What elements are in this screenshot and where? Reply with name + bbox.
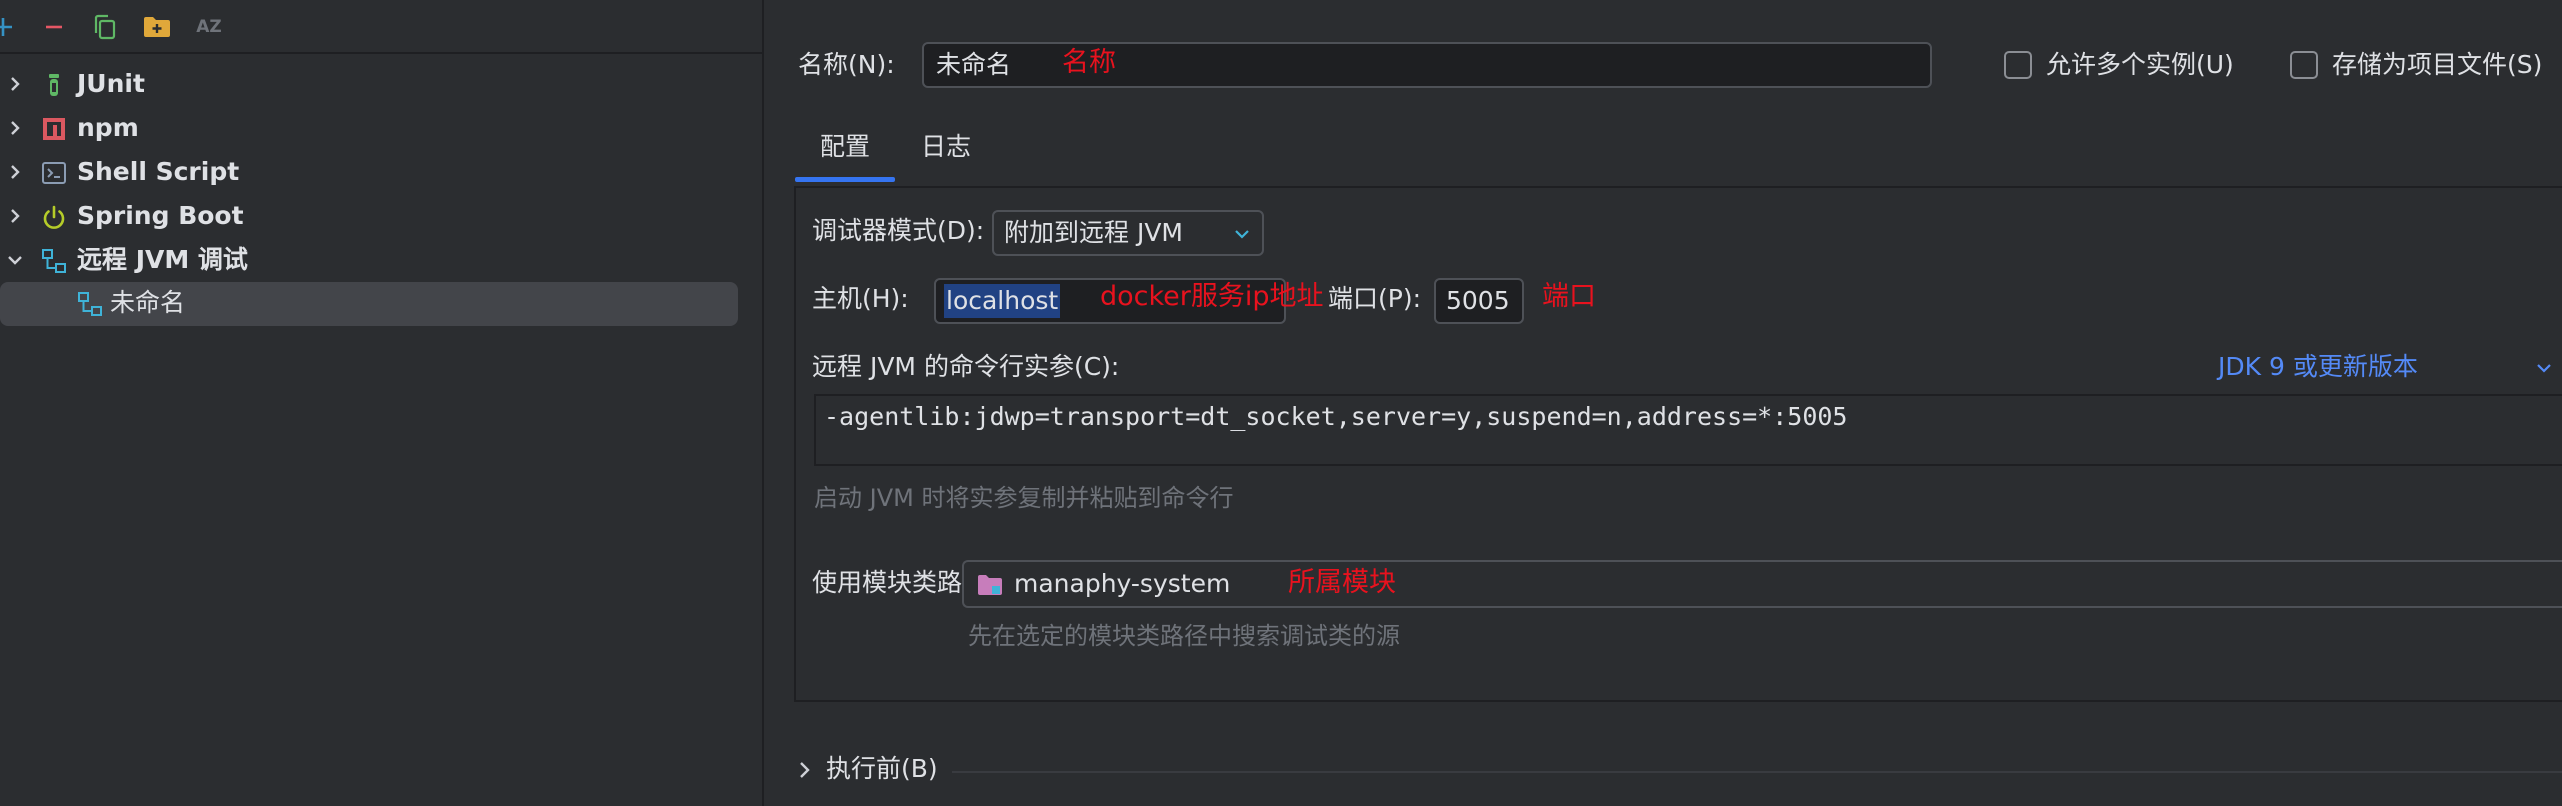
tab-config[interactable]: 配置	[820, 130, 870, 164]
name-value: 未命名	[936, 50, 1012, 79]
debugger-mode-label: 调试器模式(D):	[812, 216, 985, 245]
section-divider	[952, 771, 2562, 773]
port-input[interactable]: 5005	[1434, 278, 1524, 324]
module-annotation: 所属模块	[1288, 567, 1396, 598]
sort-az-icon[interactable]: AZ	[192, 10, 226, 44]
tree-item-label: JUnit	[77, 69, 145, 98]
shell-script-icon	[42, 162, 66, 184]
tree-item-unnamed[interactable]: 未命名	[0, 282, 738, 326]
remote-jvm-icon	[78, 292, 102, 316]
host-label: 主机(H):	[812, 284, 909, 313]
jdk-version-link[interactable]: JDK 9 或更新版本	[2218, 350, 2418, 384]
add-icon[interactable]	[0, 10, 20, 44]
tree-item-label: 远程 JVM 调试	[77, 245, 248, 274]
tree-item-spring-boot[interactable]: Spring Boot	[0, 195, 740, 237]
cmdline-value: -agentlib:jdwp=transport=dt_socket,serve…	[824, 402, 1848, 431]
tree-item-label: Shell Script	[77, 157, 240, 186]
chevron-right-icon[interactable]	[5, 162, 25, 182]
chevron-down-icon[interactable]	[5, 250, 25, 270]
run-config-tree-panel: AZ JUnit npm Shell Script Spring Boot 远程…	[0, 0, 764, 806]
remove-icon[interactable]	[37, 10, 71, 44]
host-value: localhost	[944, 284, 1061, 318]
run-config-editor: 名称(N): 未命名 名称 允许多个实例(U) 存储为项目文件(S) 配置 日志…	[766, 0, 2562, 806]
tree-item-label: 未命名	[110, 288, 186, 317]
config-panel: 调试器模式(D): 附加到远程 JVM 主机(H): localhost doc…	[794, 186, 2562, 702]
chevron-right-icon[interactable]	[5, 118, 25, 138]
active-tab-indicator	[795, 177, 895, 182]
module-classpath-value: manaphy-system	[1014, 569, 1231, 598]
name-annotation: 名称	[1062, 47, 1116, 78]
debugger-mode-select[interactable]: 附加到远程 JVM	[992, 210, 1264, 256]
port-label: 端口(P):	[1328, 284, 1422, 313]
spring-boot-icon	[43, 205, 65, 229]
tree-item-shell-script[interactable]: Shell Script	[0, 151, 740, 193]
tree-item-npm[interactable]: npm	[0, 107, 740, 149]
allow-multiple-label: 允许多个实例(U)	[2046, 50, 2234, 79]
allow-multiple-checkbox[interactable]	[2004, 51, 2032, 79]
host-annotation: docker服务ip地址	[1100, 281, 1324, 312]
tree-item-label: Spring Boot	[77, 201, 244, 230]
tree-item-remote-jvm-debug[interactable]: 远程 JVM 调试	[0, 239, 740, 281]
chevron-down-icon	[1235, 230, 1249, 239]
cmdline-textarea[interactable]: -agentlib:jdwp=transport=dt_socket,serve…	[814, 394, 2562, 466]
cmdline-hint: 启动 JVM 时将实参复制并粘贴到命令行	[814, 484, 1234, 512]
module-classpath-select[interactable]: manaphy-system 所属模块	[962, 560, 2562, 608]
debugger-mode-value: 附加到远程 JVM	[1004, 218, 1183, 247]
tree-item-label: npm	[77, 113, 139, 142]
module-folder-icon	[978, 575, 1002, 595]
remote-jvm-icon	[42, 249, 66, 273]
before-launch-label[interactable]: 执行前(B)	[826, 752, 938, 786]
name-label: 名称(N):	[798, 50, 895, 79]
cmdline-label: 远程 JVM 的命令行实参(C):	[812, 352, 1120, 381]
store-project-file-label: 存储为项目文件(S)	[2332, 50, 2543, 79]
folder-add-icon[interactable]	[140, 10, 174, 44]
sort-az-label: AZ	[196, 17, 222, 37]
chevron-down-icon[interactable]	[2536, 361, 2552, 375]
chevron-right-icon[interactable]	[796, 758, 814, 782]
chevron-right-icon[interactable]	[5, 206, 25, 226]
tree-item-junit[interactable]: JUnit	[0, 63, 740, 105]
chevron-right-icon[interactable]	[5, 74, 25, 94]
store-project-file-checkbox[interactable]	[2290, 51, 2318, 79]
port-annotation: 端口	[1542, 281, 1596, 312]
tab-log[interactable]: 日志	[921, 130, 971, 164]
npm-icon	[43, 118, 65, 140]
copy-icon[interactable]	[88, 10, 122, 44]
junit-icon	[49, 74, 59, 96]
port-value: 5005	[1446, 286, 1510, 315]
module-classpath-hint: 先在选定的模块类路径中搜索调试类的源	[968, 622, 1400, 650]
tree-toolbar: AZ	[0, 0, 764, 54]
